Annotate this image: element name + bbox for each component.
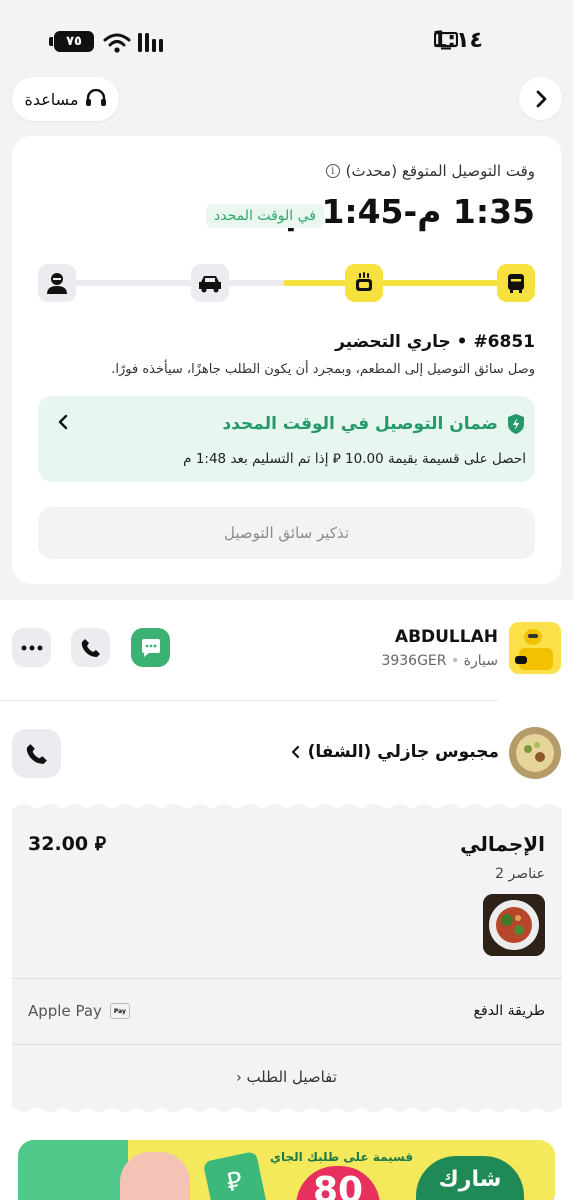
restaurant-dish-image (509, 727, 561, 779)
order-details-link[interactable]: تفاصيل الطلب ‹ (0, 1068, 573, 1086)
on-time-badge: في الوقت المحدد (206, 204, 324, 228)
eta-label: وقت التوصيل المتوقع (محدث) (345, 162, 535, 180)
restaurant-name: مجبوس جازلي (الشفا) (307, 742, 499, 762)
car-icon (199, 276, 221, 293)
step-order-received (497, 264, 535, 302)
plate-number: 3936GER (381, 653, 447, 669)
info-icon[interactable]: i (325, 164, 340, 178)
chevron-left-icon (291, 745, 299, 759)
chevron-left-icon (58, 414, 68, 430)
hand-illustration (120, 1152, 190, 1200)
chevron-left-icon: ‹ (236, 1070, 242, 1086)
chat-icon (141, 638, 160, 657)
store-icon (508, 274, 524, 293)
wifi-icon (103, 33, 131, 53)
person-icon (47, 273, 67, 294)
order-details-label: تفاصيل الطلب (246, 1068, 337, 1086)
step-on-the-way (191, 264, 229, 302)
chevron-right-icon (536, 90, 546, 107)
driver-meta: سيارة • 3936GER (381, 653, 498, 669)
divider (12, 1044, 562, 1045)
total-value: 32.00 ⃁ (28, 833, 106, 855)
receipt-edge (12, 1106, 562, 1112)
payment-method-label: طريقة الدفع (473, 1003, 545, 1019)
guarantee-title: ضمان التوصيل في الوقت المحدد (222, 414, 498, 434)
apple-pay-icon: Pay (109, 1003, 130, 1019)
help-label: مساعدة (24, 89, 79, 109)
on-time-guarantee-card[interactable] (38, 396, 535, 482)
delivery-rider-icon (509, 622, 561, 674)
screen-icon (434, 32, 458, 50)
vehicle-type: سيارة (463, 653, 498, 669)
remind-driver-button[interactable]: تذكير سائق التوصيل (38, 507, 535, 559)
driver-avatar (509, 622, 561, 674)
promo-voucher-art (18, 1140, 128, 1200)
battery-indicator: ٧٥ (49, 31, 94, 52)
shield-bolt-icon (508, 414, 524, 434)
cooking-pot-icon (356, 272, 372, 291)
restaurant-name-row[interactable]: مجبوس جازلي (الشفا) (291, 742, 499, 762)
more-options-button[interactable] (12, 628, 51, 667)
step-preparing (345, 264, 383, 302)
back-button[interactable] (519, 77, 562, 120)
progress-fill (283, 280, 516, 286)
payment-method-value: Apple Pay Pay (28, 1002, 130, 1020)
total-label: الإجمالي (460, 832, 545, 856)
divider (0, 700, 498, 701)
payment-method-name: Apple Pay (28, 1002, 102, 1020)
items-count: عناصر 2 (495, 866, 545, 882)
signal-icon (138, 33, 163, 52)
phone-icon (26, 743, 47, 764)
step-delivered (38, 264, 76, 302)
phone-icon (81, 638, 100, 657)
driver-name: ABDULLAH (394, 627, 498, 647)
call-restaurant-button[interactable] (12, 729, 61, 778)
order-status: #6851 • جاري التحضير (335, 332, 535, 352)
eta-label-row: وقت التوصيل المتوقع (محدث) i (325, 162, 535, 180)
help-button[interactable]: مساعدة (12, 77, 119, 121)
food-plate-image (483, 894, 545, 956)
promo-text: قسيمة على طلبك الجاي (270, 1150, 414, 1164)
guarantee-title-row: ضمان التوصيل في الوقت المحدد (223, 413, 526, 435)
chat-driver-button[interactable] (131, 628, 170, 667)
divider (12, 978, 562, 979)
guarantee-description: احصل على قسيمة بقيمة 10.00 ⃁ إذا تم التس… (183, 451, 526, 467)
call-driver-button[interactable] (71, 628, 110, 667)
order-item-image (483, 894, 545, 956)
order-description: وصل سائق التوصيل إلى المطعم، وبمجرد أن ي… (111, 362, 535, 377)
more-dots-icon (21, 645, 42, 650)
headset-icon (85, 89, 106, 106)
restaurant-logo (509, 727, 561, 779)
